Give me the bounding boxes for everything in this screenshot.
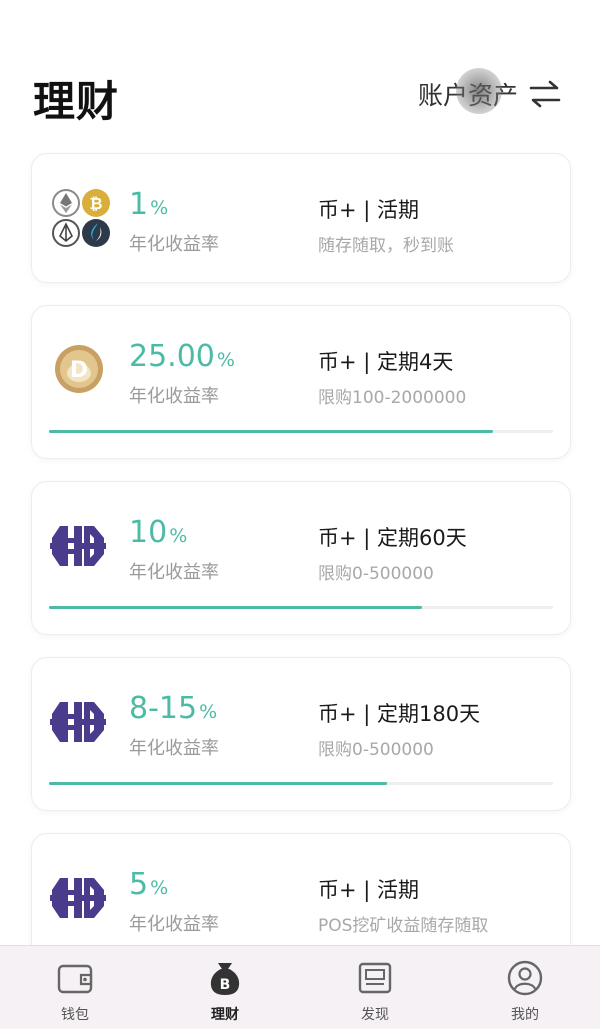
product-subtitle: POS挖矿收益随存随取 bbox=[318, 916, 489, 936]
tab-wallet[interactable]: 钱包 bbox=[0, 946, 150, 1029]
swap-icon[interactable] bbox=[528, 79, 562, 109]
annual-rate: 5% bbox=[129, 867, 168, 902]
progress-fill bbox=[49, 430, 493, 433]
discover-icon bbox=[355, 958, 395, 998]
product-card[interactable]: D 25.00% 年化收益率 币+ | 定期4天 限购100-2000000 bbox=[31, 305, 571, 459]
rate-unit: % bbox=[199, 701, 218, 723]
tab-label: 我的 bbox=[511, 1007, 539, 1023]
rate-value: 10 bbox=[129, 515, 168, 550]
header: 理财 账户资产 bbox=[0, 0, 600, 140]
product-card[interactable]: 10% 年化收益率 币+ | 定期60天 限购0-500000 bbox=[31, 481, 571, 635]
product-card[interactable]: ₿ 1% 年化收益率 币+ | 活期 随存随取，秒到账 bbox=[31, 153, 571, 283]
bottom-tab-bar: 钱包 B 理财 发现 我的 bbox=[0, 945, 600, 1029]
svg-text:D: D bbox=[70, 358, 88, 383]
product-title: 币+ | 活期 bbox=[318, 198, 420, 222]
product-subtitle: 随存随取，秒到账 bbox=[318, 236, 454, 256]
rate-value: 8-15 bbox=[129, 691, 198, 726]
product-subtitle: 限购0-500000 bbox=[318, 564, 434, 584]
rate-value: 5 bbox=[129, 867, 149, 902]
tab-mine[interactable]: 我的 bbox=[450, 946, 600, 1029]
rate-value: 25.00 bbox=[129, 339, 215, 374]
progress-track bbox=[49, 430, 553, 433]
annual-rate: 8-15% bbox=[129, 691, 217, 726]
progress-track bbox=[49, 782, 553, 785]
product-title: 币+ | 定期4天 bbox=[318, 350, 454, 374]
profile-icon bbox=[505, 958, 545, 998]
tab-discover[interactable]: 发现 bbox=[300, 946, 450, 1029]
progress-fill bbox=[49, 782, 387, 785]
annual-rate: 10% bbox=[129, 515, 187, 550]
product-subtitle: 限购0-500000 bbox=[318, 740, 434, 760]
tab-label: 发现 bbox=[361, 1007, 389, 1023]
doge-coin-icon: D bbox=[54, 344, 104, 394]
rate-unit: % bbox=[216, 349, 235, 371]
rate-label: 年化收益率 bbox=[129, 738, 219, 759]
rate-unit: % bbox=[150, 197, 169, 219]
product-title: 币+ | 活期 bbox=[318, 878, 420, 902]
progress-fill bbox=[49, 606, 422, 609]
multi-coin-icon: ₿ bbox=[50, 187, 112, 249]
rate-label: 年化收益率 bbox=[129, 234, 219, 255]
hc-coin-icon bbox=[50, 876, 106, 920]
wallet-icon bbox=[55, 958, 95, 998]
svg-text:₿: ₿ bbox=[89, 194, 102, 213]
annual-rate: 1% bbox=[129, 187, 168, 222]
rate-label: 年化收益率 bbox=[129, 386, 219, 407]
touch-indicator bbox=[455, 68, 502, 114]
rate-unit: % bbox=[169, 525, 188, 547]
money-bag-icon: B bbox=[205, 958, 245, 998]
hc-coin-icon bbox=[50, 524, 106, 568]
tab-label: 钱包 bbox=[61, 1007, 89, 1023]
product-title: 币+ | 定期60天 bbox=[318, 526, 467, 550]
annual-rate: 25.00% bbox=[129, 339, 235, 374]
rate-label: 年化收益率 bbox=[129, 562, 219, 583]
product-card[interactable]: 8-15% 年化收益率 币+ | 定期180天 限购0-500000 bbox=[31, 657, 571, 811]
product-title: 币+ | 定期180天 bbox=[318, 702, 481, 726]
page-title: 理财 bbox=[33, 77, 120, 126]
tab-finance[interactable]: B 理财 bbox=[150, 946, 300, 1029]
tab-label: 理财 bbox=[211, 1007, 239, 1023]
progress-track bbox=[49, 606, 553, 609]
account-assets-button[interactable]: 账户资产 bbox=[418, 68, 562, 114]
rate-label: 年化收益率 bbox=[129, 914, 219, 935]
product-subtitle: 限购100-2000000 bbox=[318, 388, 467, 408]
hc-coin-icon bbox=[50, 700, 106, 744]
rate-value: 1 bbox=[129, 187, 149, 222]
rate-unit: % bbox=[150, 877, 169, 899]
svg-text:B: B bbox=[220, 977, 231, 993]
